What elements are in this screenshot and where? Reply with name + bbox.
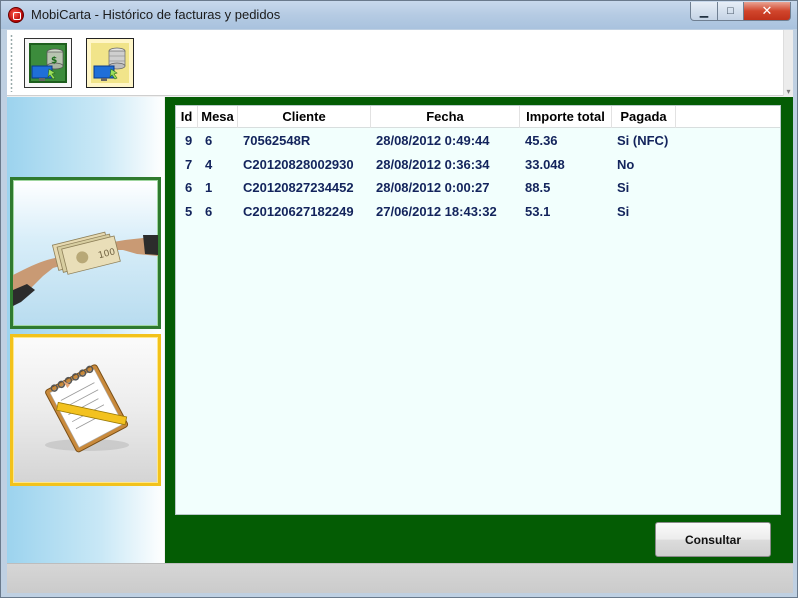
cell-importe: 45.36: [525, 133, 558, 148]
cell-mesa: 1: [205, 180, 213, 195]
cell-importe: 33.048: [525, 157, 565, 172]
money-to-screen-icon: $: [29, 43, 67, 83]
nav-tile-history[interactable]: [10, 334, 161, 486]
maximize-button[interactable]: □: [717, 2, 744, 21]
cell-mesa: 6: [205, 204, 213, 219]
cell-cliente: C20120828002930: [243, 157, 354, 172]
cell-importe: 88.5: [525, 180, 551, 195]
cell-fecha: 28/08/2012 0:49:44: [376, 133, 490, 148]
database-to-screen-icon: [91, 43, 129, 83]
table-row[interactable]: 5 6 C20120627182249 27/06/2012 18:43:32 …: [176, 200, 780, 223]
status-bar: [7, 563, 793, 593]
cell-pagada: Si: [617, 204, 630, 219]
cell-cliente: C20120827234452: [243, 180, 354, 195]
cell-fecha: 28/08/2012 0:36:34: [376, 157, 490, 172]
close-button[interactable]: ✕: [743, 2, 791, 21]
cell-id: 7: [185, 157, 193, 172]
app-logo-icon[interactable]: [8, 7, 24, 23]
cell-cliente: C20120627182249: [243, 204, 354, 219]
toolbar: $ ▾: [7, 30, 793, 96]
toolbar-overflow-arrow[interactable]: ▾: [783, 30, 793, 96]
grid-header: Id Mesa Cliente Fecha Importe total Paga…: [176, 106, 780, 128]
client-area: $ ▾ 100 Id Mesa Cliente Fecha Importe to…: [7, 30, 793, 593]
column-header-id[interactable]: Id: [176, 106, 198, 128]
cell-fecha: 27/06/2012 18:43:32: [376, 204, 497, 219]
table-row[interactable]: 6 1 C20120827234452 28/08/2012 0:00:27 8…: [176, 176, 780, 199]
cell-fecha: 28/08/2012 0:00:27: [376, 180, 490, 195]
consultar-button[interactable]: Consultar: [655, 522, 771, 557]
cell-mesa: 6: [205, 133, 213, 148]
table-row[interactable]: 7 4 C20120828002930 28/08/2012 0:36:34 3…: [176, 153, 780, 176]
orders-grid[interactable]: Id Mesa Cliente Fecha Importe total Paga…: [175, 105, 781, 515]
export-money-button[interactable]: $: [24, 38, 72, 88]
minimize-button[interactable]: ▁: [690, 2, 718, 21]
column-header-importe[interactable]: Importe total: [520, 106, 612, 128]
app-window: MobiCarta - Histórico de facturas y pedi…: [0, 0, 798, 598]
cell-pagada: No: [617, 157, 635, 172]
cell-pagada: Si (NFC): [617, 133, 669, 148]
cell-cliente: 70562548R: [243, 133, 311, 148]
left-nav-panel: 100: [7, 97, 164, 563]
column-header-fecha[interactable]: Fecha: [371, 106, 520, 128]
notepad-pencil-icon: [45, 364, 129, 453]
toolbar-grip[interactable]: [10, 34, 13, 92]
column-header-pagada[interactable]: Pagada: [612, 106, 676, 128]
svg-text:$: $: [51, 56, 57, 66]
cell-id: 5: [185, 204, 193, 219]
nav-tile-payments[interactable]: 100: [10, 177, 161, 329]
history-database-button[interactable]: [86, 38, 134, 88]
payment-hands-icon: 100: [13, 231, 158, 306]
cell-importe: 53.1: [525, 204, 551, 219]
cell-id: 9: [185, 133, 193, 148]
column-header-mesa[interactable]: Mesa: [198, 106, 238, 128]
column-header-cliente[interactable]: Cliente: [238, 106, 371, 128]
cell-mesa: 4: [205, 157, 213, 172]
window-title: MobiCarta - Histórico de facturas y pedi…: [31, 7, 281, 22]
table-row[interactable]: 9 6 70562548R 28/08/2012 0:49:44 45.36 S…: [176, 129, 780, 152]
cell-id: 6: [185, 180, 193, 195]
cell-pagada: Si: [617, 180, 630, 195]
main-panel: Id Mesa Cliente Fecha Importe total Paga…: [165, 97, 793, 563]
title-bar[interactable]: MobiCarta - Histórico de facturas y pedi…: [1, 1, 797, 29]
